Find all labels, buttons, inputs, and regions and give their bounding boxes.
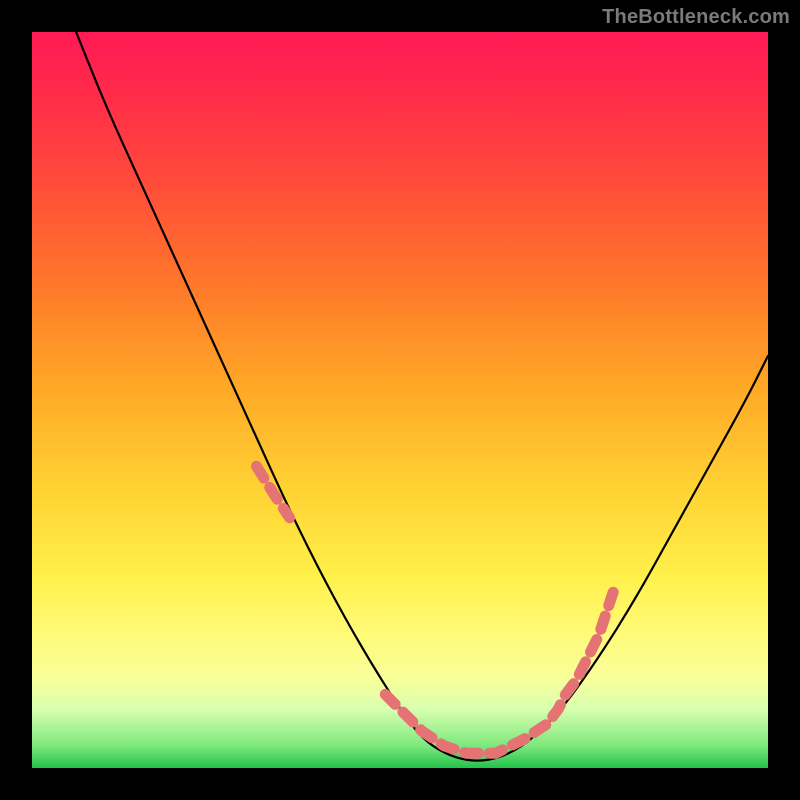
overlay-dash — [385, 591, 613, 753]
main-curve — [76, 32, 768, 761]
chart-frame: TheBottleneck.com — [0, 0, 800, 800]
plot-area — [32, 32, 768, 768]
watermark-text: TheBottleneck.com — [602, 6, 790, 29]
curve-layer — [32, 32, 768, 768]
